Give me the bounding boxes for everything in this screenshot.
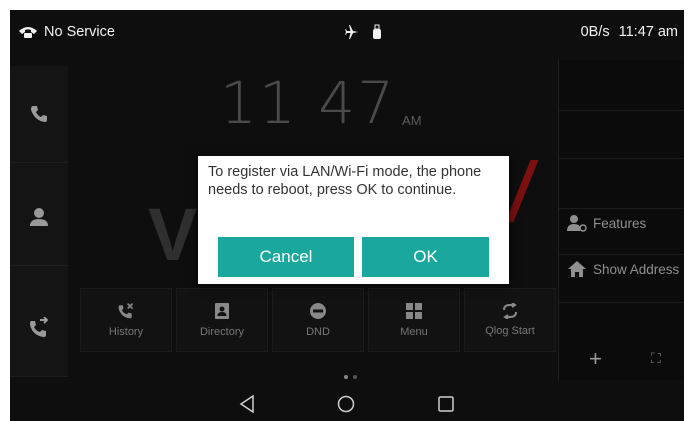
phone-handset-icon [18,25,38,39]
status-left: No Service [18,24,115,40]
home-clock: 11 47 AM [220,74,422,132]
status-right: 0B/s 11:47 am [581,24,678,40]
dock-item-qlog-start[interactable]: Qlog Start [464,288,556,352]
sidebar-item-phone[interactable] [10,66,68,163]
dock-label: Menu [400,326,428,338]
service-status-text: No Service [44,24,115,40]
dock-label: Directory [199,326,244,338]
cancel-button[interactable]: Cancel [218,237,354,277]
right-panel-row [559,208,684,255]
dialog-message: To register via LAN/Wi-Fi mode, the phon… [208,164,482,198]
brand-logo-slash [505,160,539,222]
reboot-dialog: To register via LAN/Wi-Fi mode, the phon… [198,156,509,284]
right-panel-row [559,110,684,159]
sidebar-item-contacts[interactable] [10,169,68,266]
page-indicator [344,375,357,379]
app-dock: History Directory DND Menu Qlog Start [80,288,562,352]
sidebar-item-call-forward[interactable] [10,280,68,377]
navigation-bar [10,386,684,421]
history-icon [117,302,135,320]
clock-ampm: AM [402,113,422,128]
expand-icon[interactable]: ⛶ [651,350,661,367]
right-panel-row [559,254,684,303]
network-speed: 0B/s [580,24,610,40]
contact-icon [28,206,50,228]
dock-item-history[interactable]: History [80,288,172,352]
airplane-icon [344,25,358,39]
right-panel: Features Show Address + ⛶ [558,60,684,380]
back-icon[interactable] [239,394,255,413]
dock-label: DND [306,326,330,338]
page-dot [344,375,348,379]
usb-icon [372,24,382,40]
status-center [344,24,382,40]
right-panel-row [559,158,684,209]
brand-logo-letter: V [148,193,198,276]
home-icon[interactable] [337,395,355,413]
status-time: 11:47 am [618,24,678,40]
dock-label: History [108,326,144,338]
right-panel-row [559,60,684,111]
clock-time: 11 47 [220,69,397,137]
directory-icon [214,302,230,320]
left-sidebar [10,66,68,377]
dock-item-directory[interactable]: Directory [176,288,268,352]
ok-button[interactable]: OK [362,237,489,277]
dock-item-menu[interactable]: Menu [368,288,460,352]
recents-icon[interactable] [437,395,455,413]
dock-label: Qlog Start [485,325,535,337]
dock-item-dnd[interactable]: DND [272,288,364,352]
phone-screen: No Service 0B/s 11:47 am 11 47 AM V Feat… [10,10,684,421]
status-bar: No Service 0B/s 11:47 am [10,10,684,56]
page-dot [353,375,357,379]
qlog-icon [501,303,519,319]
phone-icon [29,104,49,124]
call-forward-icon [28,317,50,339]
menu-grid-icon [405,302,423,320]
dnd-icon [309,302,327,320]
add-icon[interactable]: + [589,346,602,372]
